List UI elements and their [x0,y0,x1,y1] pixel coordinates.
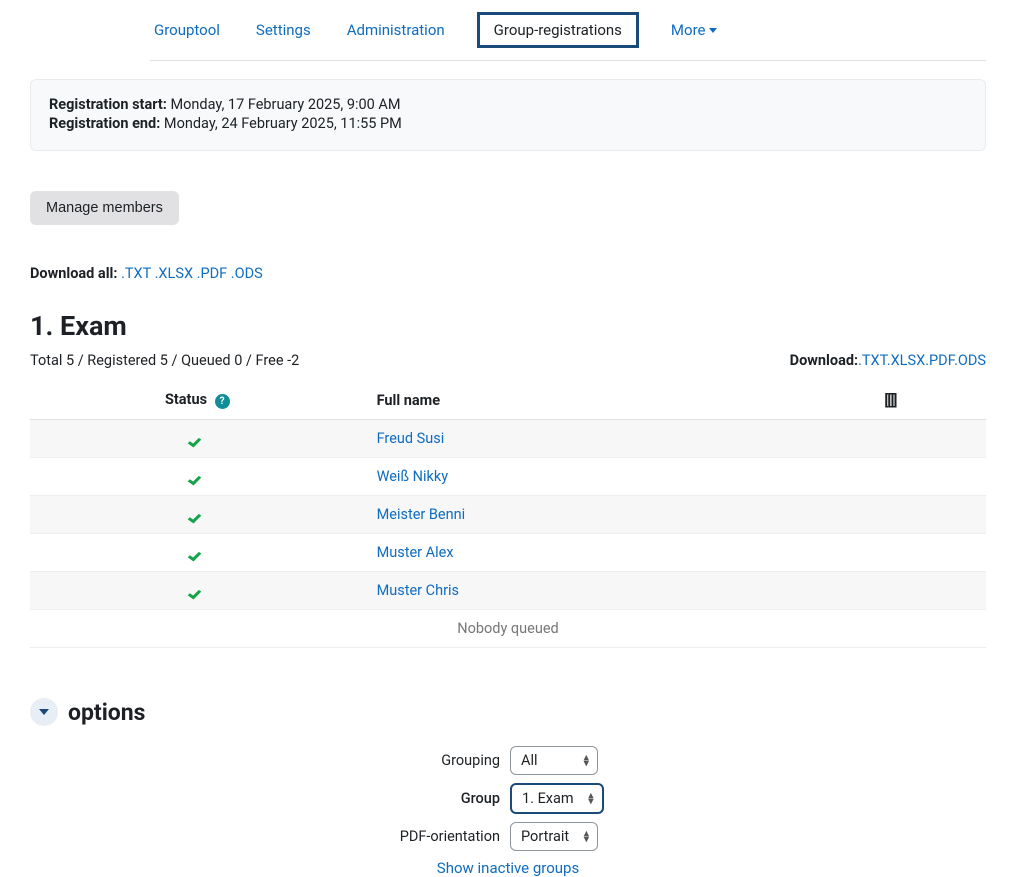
check-icon [190,547,204,557]
group-label: Group [30,790,500,807]
reg-end-value: Monday, 24 February 2025, 11:55 PM [164,115,402,132]
download-all-pdf[interactable]: .PDF [197,265,228,282]
grouping-select[interactable]: All ▴▾ [510,746,598,775]
options-heading: options [68,699,145,726]
col-status-label: Status [165,391,207,408]
group-download-row: Download:.TXT.XLSX.PDF.ODS [790,352,986,369]
registration-info-box: Registration start: Monday, 17 February … [30,79,986,151]
show-inactive-groups-link[interactable]: Show inactive groups [437,859,579,877]
chevron-down-icon [39,709,49,715]
download-all-ods[interactable]: .ODS [231,265,263,282]
tab-more-label: More [671,21,706,39]
col-actions-label: [[]] [884,392,896,409]
group-dl-txt[interactable]: .TXT [858,352,887,369]
col-fullname: Full name [365,381,795,420]
table-row: Muster Chris [30,572,986,610]
pdf-orientation-label: PDF-orientation [30,828,500,845]
table-row: Weiß Nikky [30,458,986,496]
pdf-orientation-value: Portrait [521,828,569,845]
reg-end-label: Registration end: [49,115,160,132]
group-stats: Total 5 / Registered 5 / Queued 0 / Free… [30,352,299,369]
group-dl-pdf[interactable]: .PDF [925,352,954,369]
tab-grouptool[interactable]: Grouptool [150,15,224,45]
reg-start-value: Monday, 17 February 2025, 9:00 AM [170,96,400,113]
tab-bar: Grouptool Settings Administration Group-… [150,0,986,61]
group-dl-ods[interactable]: .ODS [954,352,986,369]
member-link[interactable]: Muster Alex [377,544,454,561]
check-icon [190,585,204,595]
chevron-down-icon [709,28,717,33]
check-icon [190,471,204,481]
updown-icon: ▴▾ [584,830,590,843]
reg-start-label: Registration start: [49,96,167,113]
table-row: Freud Susi [30,420,986,458]
member-link[interactable]: Meister Benni [377,506,466,523]
group-dl-xlsx[interactable]: .XLSX [887,352,925,369]
nobody-queued-label: Nobody queued [30,610,986,648]
download-all-row: Download all: .TXT .XLSX .PDF .ODS [30,265,986,282]
member-link[interactable]: Weiß Nikky [377,468,449,485]
group-select[interactable]: 1. Exam ▴▾ [510,783,604,814]
download-all-xlsx[interactable]: .XLSX [155,265,193,282]
tab-group-registrations[interactable]: Group-registrations [477,12,639,48]
manage-members-button[interactable]: Manage members [30,191,179,225]
grouping-label: Grouping [30,752,500,769]
options-collapse-toggle[interactable] [30,698,58,726]
tab-settings[interactable]: Settings [252,15,315,45]
col-actions: [[]] [795,381,986,420]
updown-icon: ▴▾ [588,792,594,805]
check-icon [190,433,204,443]
member-link[interactable]: Freud Susi [377,430,445,447]
table-row: Muster Alex [30,534,986,572]
download-all-txt[interactable]: .TXT [121,265,151,282]
group-title: 1. Exam [30,310,986,342]
group-download-label: Download: [790,352,858,369]
members-table: Status ? Full name [[]] Freud Susi Weiß … [30,381,986,648]
download-all-label: Download all: [30,265,117,282]
queue-empty-row: Nobody queued [30,610,986,648]
updown-icon: ▴▾ [583,754,589,767]
check-icon [190,509,204,519]
help-icon[interactable]: ? [215,394,230,409]
group-value: 1. Exam [522,790,574,807]
tab-administration[interactable]: Administration [343,15,449,45]
member-link[interactable]: Muster Chris [377,582,459,599]
pdf-orientation-select[interactable]: Portrait ▴▾ [510,822,598,851]
tab-more[interactable]: More [667,15,722,45]
options-form: Grouping All ▴▾ Group 1. Exam ▴▾ PDF-ori… [30,746,986,877]
grouping-value: All [521,752,538,769]
table-row: Meister Benni [30,496,986,534]
col-status: Status ? [30,381,365,420]
